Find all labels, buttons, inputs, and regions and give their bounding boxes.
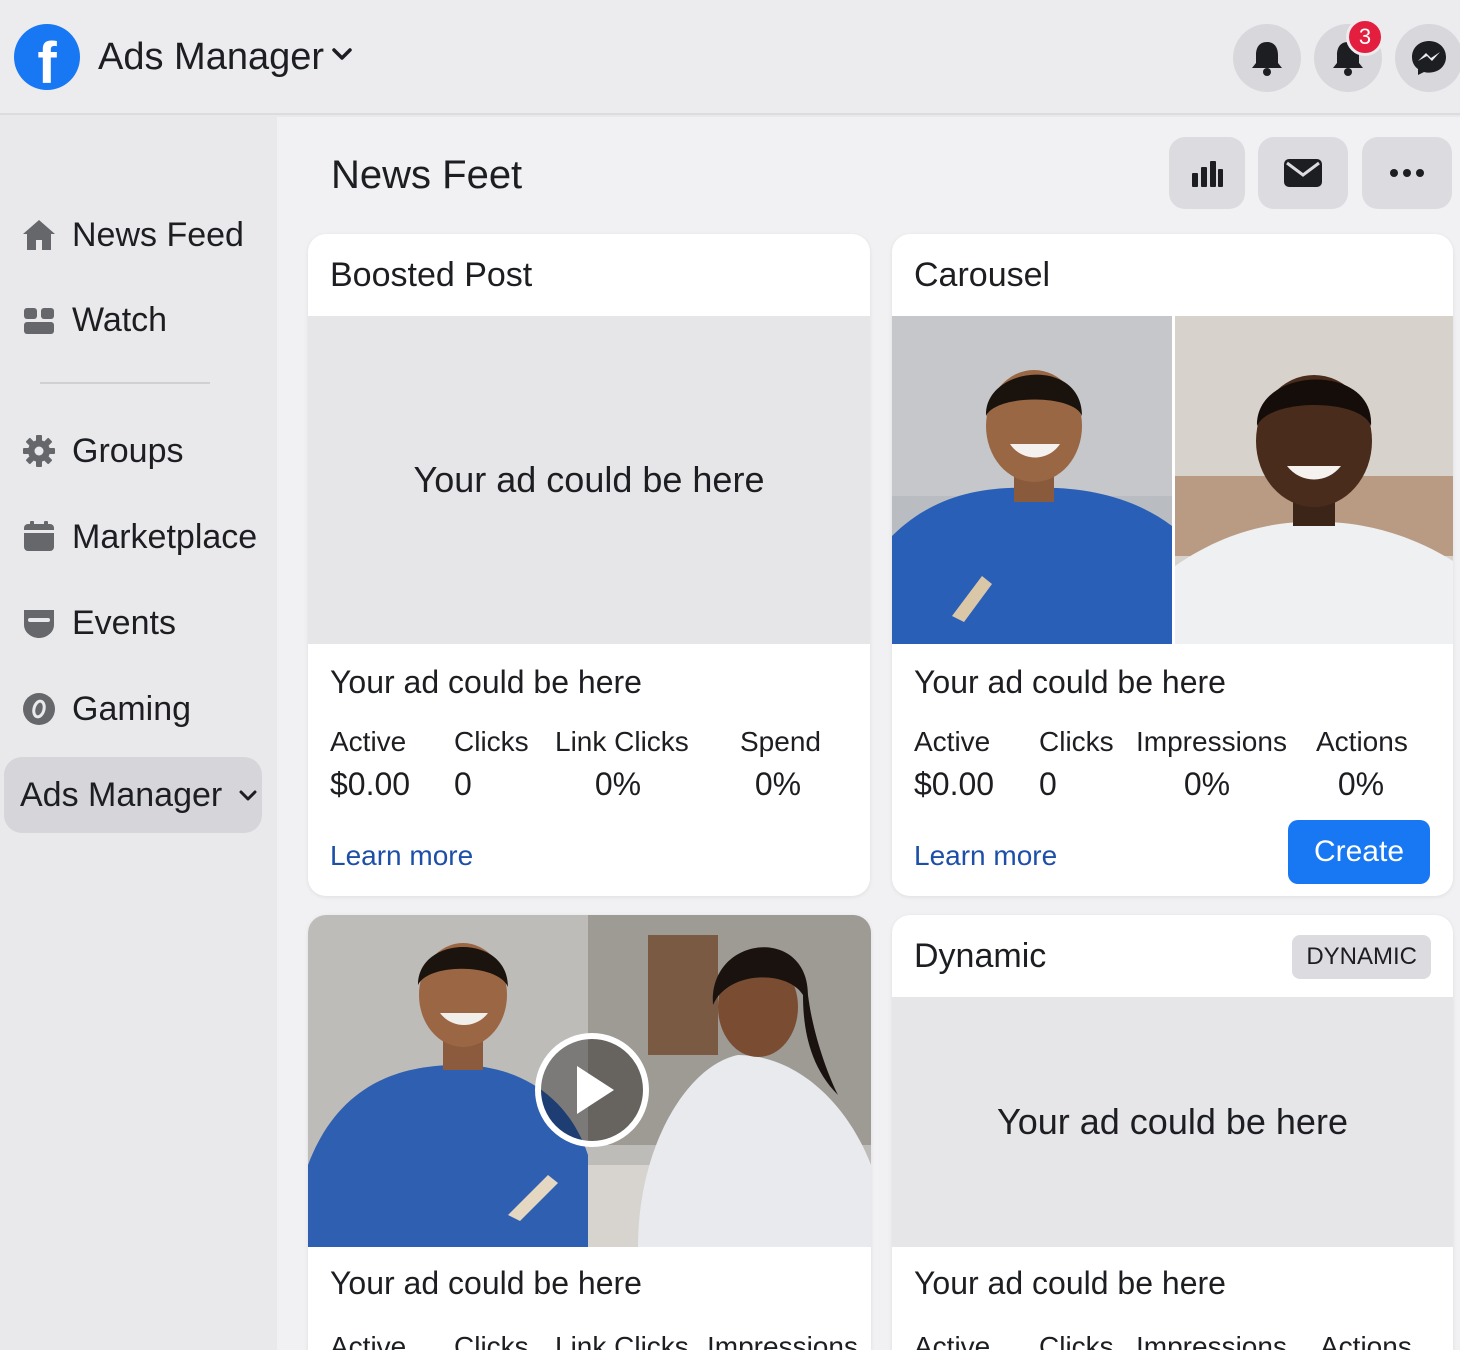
card-title: Dynamic — [914, 936, 1047, 975]
ad-text: Your ad could be here — [914, 664, 1226, 700]
stat-actions: Actions 0% — [1316, 726, 1408, 802]
stat-link-clicks: Link Clicks 0% — [555, 726, 689, 802]
messages-button[interactable] — [1258, 137, 1348, 209]
card-title: Carousel — [914, 255, 1051, 294]
ad-text: Your ad could be here — [914, 1265, 1226, 1301]
alerts-button[interactable]: 3 — [1314, 18, 1384, 92]
insights-button[interactable] — [1169, 137, 1245, 209]
sidebar-item-label: News Feed — [72, 215, 244, 254]
carousel-card: Carousel Your ad could be here Active $0… — [892, 234, 1453, 896]
facebook-logo-icon[interactable]: f — [14, 24, 80, 96]
ad-placeholder: Your ad could be here — [308, 316, 870, 644]
page-title: News Feet — [331, 153, 523, 197]
sidebar-item-label: Events — [72, 603, 176, 642]
bar-chart-icon — [1192, 161, 1223, 187]
ad-text: Your ad could be here — [330, 1265, 642, 1301]
card-header: Dynamic DYNAMIC — [892, 915, 1453, 997]
learn-more-link[interactable]: Learn more — [330, 840, 473, 872]
sidebar-item-label: Ads Manager — [20, 775, 223, 814]
home-icon — [20, 216, 58, 254]
chevron-down-icon — [239, 790, 257, 801]
gaming-icon — [20, 690, 58, 728]
bell-icon — [1252, 42, 1282, 76]
stat-spend: Spend 0% — [740, 726, 821, 802]
create-button[interactable]: Create — [1288, 820, 1430, 884]
sidebar-item-ads-manager[interactable]: Ads Manager — [4, 757, 262, 833]
ad-placeholder-text: Your ad could be here — [413, 459, 765, 500]
video-media[interactable] — [308, 915, 871, 1247]
notifications-button[interactable] — [1233, 24, 1301, 92]
sidebar-item-label: Groups — [72, 431, 184, 470]
ad-placeholder-text: Your ad could be here — [997, 1101, 1348, 1142]
carousel-image-2[interactable] — [1175, 316, 1453, 644]
stat-active: Active $0.00 — [330, 726, 411, 802]
app-title[interactable]: Ads Manager — [98, 36, 324, 79]
messenger-icon — [1412, 41, 1446, 75]
carousel-image-1[interactable] — [892, 316, 1172, 644]
sidebar: News Feed Watch Groups Marketplace Event… — [0, 117, 276, 1350]
stat-link-clicks: Link Clicks — [555, 1331, 689, 1350]
sidebar-item-groups[interactable]: Groups — [20, 421, 184, 481]
sidebar-item-gaming[interactable]: Gaming — [20, 679, 191, 739]
chevron-down-icon[interactable] — [328, 40, 356, 68]
watch-icon — [20, 301, 58, 339]
dynamic-tag: DYNAMIC — [1292, 935, 1431, 979]
ad-placeholder: Your ad could be here — [892, 997, 1453, 1247]
play-button[interactable] — [535, 1033, 649, 1147]
ad-text: Your ad could be here — [330, 664, 642, 700]
sidebar-item-watch[interactable]: Watch — [20, 290, 167, 350]
stat-clicks: Clicks — [1039, 1331, 1114, 1350]
stat-clicks: Clicks — [454, 1331, 529, 1350]
sidebar-item-label: Watch — [72, 300, 168, 339]
main-content: News Feet Boosted Post Your ad could be … — [277, 117, 1460, 1350]
learn-more-link[interactable]: Learn more — [914, 840, 1057, 872]
stat-impressions: Impressions 0% — [1136, 726, 1287, 802]
sidebar-item-events[interactable]: Events — [20, 593, 176, 653]
sidebar-item-marketplace[interactable]: Marketplace — [20, 507, 257, 567]
events-icon — [20, 604, 58, 642]
stat-impressions: Impressions — [1136, 1331, 1287, 1350]
marketplace-icon — [20, 518, 58, 556]
more-icon — [1390, 169, 1424, 177]
envelope-icon — [1284, 159, 1322, 187]
messenger-button[interactable] — [1395, 24, 1460, 92]
boosted-post-card: Boosted Post Your ad could be here Your … — [308, 234, 870, 896]
sidebar-item-label: Marketplace — [72, 517, 258, 556]
notification-badge: 3 — [1346, 18, 1384, 56]
sidebar-divider — [40, 382, 210, 384]
stat-impressions: Impressions — [707, 1331, 858, 1350]
stat-active: Active $0.00 — [914, 726, 995, 802]
card-title: Boosted Post — [330, 255, 533, 294]
sidebar-item-label: Gaming — [72, 689, 192, 728]
stat-active: Active — [330, 1331, 407, 1350]
stat-active: Active — [914, 1331, 991, 1350]
top-bar: f Ads Manager 3 — [0, 0, 1460, 115]
stat-clicks: Clicks 0 — [454, 726, 529, 802]
gear-icon — [20, 432, 58, 470]
play-icon — [577, 1066, 614, 1114]
dynamic-card: Dynamic DYNAMIC Your ad could be here Yo… — [892, 915, 1453, 1350]
more-options-button[interactable] — [1362, 137, 1452, 209]
stat-clicks: Clicks 0 — [1039, 726, 1114, 802]
video-card: Your ad could be here Active Clicks Link… — [308, 915, 871, 1350]
stat-actions: Actions — [1320, 1331, 1412, 1350]
sidebar-item-news-feed[interactable]: News Feed — [20, 205, 244, 265]
carousel-media[interactable] — [892, 316, 1453, 644]
